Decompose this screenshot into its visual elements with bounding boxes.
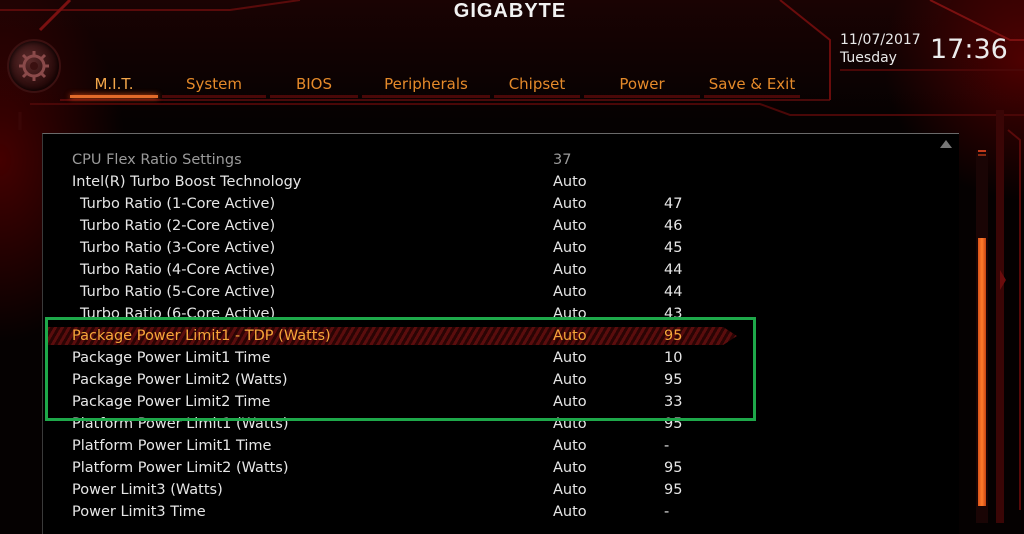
- date-text: 11/07/2017: [840, 32, 921, 48]
- setting-row[interactable]: Turbo Ratio (5-Core Active) Auto 44: [43, 281, 959, 303]
- setting-current-value: -: [664, 438, 670, 454]
- setting-row[interactable]: Power Limit3 Time Auto -: [43, 501, 959, 523]
- setting-value[interactable]: Auto: [553, 215, 587, 237]
- setting-value[interactable]: 37: [553, 149, 571, 171]
- setting-label: Power Limit3 Time: [72, 504, 206, 520]
- tab-bios[interactable]: BIOS: [268, 72, 360, 98]
- tab-power[interactable]: Power: [582, 72, 702, 98]
- setting-label: Turbo Ratio (1-Core Active): [80, 196, 276, 212]
- setting-value[interactable]: Auto: [553, 457, 587, 479]
- tab-label: Chipset: [508, 75, 566, 93]
- tab-system[interactable]: System: [160, 72, 268, 98]
- panel-corner-arrow-icon: [940, 140, 952, 148]
- gear-icon-glyph: [19, 51, 49, 81]
- setting-label: Turbo Ratio (2-Core Active): [80, 218, 276, 234]
- gigabyte-logo: GIGABYTE: [453, 0, 567, 22]
- setting-value[interactable]: Auto: [553, 325, 587, 347]
- setting-label: Turbo Ratio (3-Core Active): [80, 240, 276, 256]
- setting-current-value: 95: [664, 482, 683, 498]
- setting-value[interactable]: Auto: [553, 479, 587, 501]
- setting-value[interactable]: Auto: [553, 171, 587, 193]
- setting-value[interactable]: Auto: [553, 193, 587, 215]
- setting-row[interactable]: Platform Power Limit2 (Watts) Auto 95: [43, 457, 959, 479]
- setting-row[interactable]: Intel(R) Turbo Boost Technology Auto: [43, 171, 959, 193]
- tab-label: Power: [619, 75, 665, 93]
- setting-current-value: 46: [664, 218, 683, 234]
- setting-row[interactable]: Turbo Ratio (4-Core Active) Auto 44: [43, 259, 959, 281]
- scrollbar-thumb[interactable]: [978, 238, 986, 506]
- setting-row[interactable]: Turbo Ratio (2-Core Active) Auto 46: [43, 215, 959, 237]
- setting-label: Package Power Limit1 - TDP (Watts): [72, 328, 331, 344]
- setting-label: Power Limit3 (Watts): [72, 482, 223, 498]
- setting-current-value: 95: [664, 328, 683, 344]
- setting-label: Platform Power Limit2 (Watts): [72, 460, 289, 476]
- setting-label: Turbo Ratio (5-Core Active): [80, 284, 276, 300]
- tab-save-exit[interactable]: Save & Exit: [702, 72, 802, 98]
- setting-value[interactable]: Auto: [553, 259, 587, 281]
- setting-value[interactable]: Auto: [553, 501, 587, 523]
- side-frame: [996, 110, 1021, 523]
- main-nav: M.I.T. System BIOS Peripherals Chipset P…: [68, 72, 802, 102]
- time-display: 17:36: [930, 34, 1008, 65]
- setting-current-value: 45: [664, 240, 683, 256]
- tab-mit[interactable]: M.I.T.: [68, 72, 160, 98]
- setting-label: Intel(R) Turbo Boost Technology: [72, 174, 302, 190]
- tab-label: BIOS: [295, 75, 333, 93]
- tab-label: System: [186, 75, 242, 93]
- setting-value[interactable]: Auto: [553, 435, 587, 457]
- scrollbar-top-ticks: [978, 150, 986, 156]
- setting-current-value: 95: [664, 460, 683, 476]
- tab-peripherals[interactable]: Peripherals: [360, 72, 492, 98]
- date-display: 11/07/2017 Tuesday: [840, 31, 921, 67]
- setting-label: Turbo Ratio (4-Core Active): [80, 262, 276, 278]
- setting-row[interactable]: CPU Flex Ratio Settings 37: [43, 149, 959, 171]
- setting-current-value: 47: [664, 196, 683, 212]
- setting-current-value: -: [664, 504, 670, 520]
- setting-current-value: 44: [664, 262, 683, 278]
- tab-label: Save & Exit: [708, 75, 796, 93]
- setting-row[interactable]: Turbo Ratio (1-Core Active) Auto 47: [43, 193, 959, 215]
- setting-current-value: 44: [664, 284, 683, 300]
- setting-label: CPU Flex Ratio Settings: [72, 152, 242, 168]
- setting-row[interactable]: Platform Power Limit1 Time Auto -: [43, 435, 959, 457]
- setting-row[interactable]: Power Limit3 (Watts) Auto 95: [43, 479, 959, 501]
- day-text: Tuesday: [840, 50, 897, 66]
- tab-label: M.I.T.: [94, 75, 134, 93]
- setting-label: Platform Power Limit1 Time: [72, 438, 272, 454]
- gear-icon[interactable]: [7, 39, 61, 93]
- tab-label: Peripherals: [384, 75, 468, 93]
- setting-row[interactable]: Turbo Ratio (3-Core Active) Auto 45: [43, 237, 959, 259]
- tab-chipset[interactable]: Chipset: [492, 72, 582, 98]
- setting-value[interactable]: Auto: [553, 237, 587, 259]
- setting-value[interactable]: Auto: [553, 281, 587, 303]
